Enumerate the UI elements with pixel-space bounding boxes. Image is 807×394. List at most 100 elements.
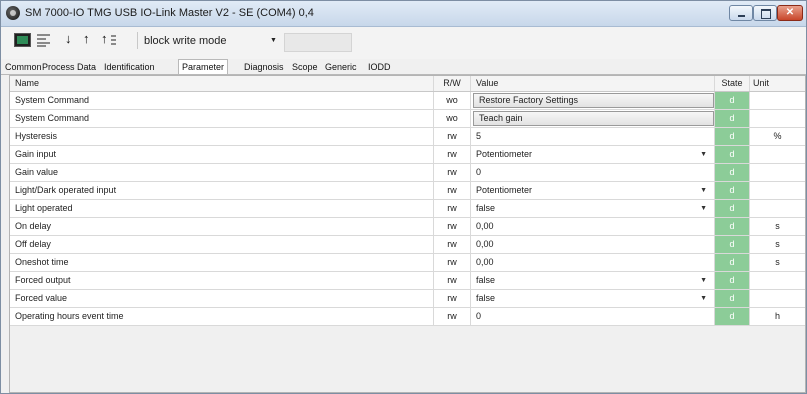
parameter-name: Forced output xyxy=(10,272,434,289)
state-badge: d xyxy=(715,146,750,163)
value-cell[interactable]: 0,00 xyxy=(471,218,715,235)
table-row[interactable]: Off delay rw 0,00 d s xyxy=(10,236,805,254)
parameter-table: Name R/W Value State Unit System Command… xyxy=(9,75,806,393)
access-mode: rw xyxy=(434,236,471,253)
tab-parameter[interactable]: Parameter xyxy=(178,59,229,74)
unit-label: s xyxy=(775,257,780,267)
chevron-down-icon[interactable]: ▼ xyxy=(700,272,707,289)
table-row[interactable]: On delay rw 0,00 d s xyxy=(10,218,805,236)
chevron-down-icon[interactable]: ▼ xyxy=(700,146,707,163)
value-input[interactable]: 0,00 xyxy=(476,257,494,267)
table-row[interactable]: Hysteresis rw 5 d% xyxy=(10,128,805,146)
list-marker-icon xyxy=(111,34,117,46)
table-header: Name R/W Value State Unit xyxy=(10,76,805,92)
access-mode: rw xyxy=(434,146,471,163)
maximize-button[interactable] xyxy=(753,5,777,21)
access-mode: wo xyxy=(434,92,471,109)
parameter-name: Operating hours event time xyxy=(10,308,434,325)
chevron-down-icon[interactable]: ▼ xyxy=(700,182,707,199)
table-row[interactable]: Operating hours event time rw 0 d h xyxy=(10,308,805,326)
value-cell[interactable]: 0 xyxy=(471,164,715,181)
unit-label: s xyxy=(775,221,780,231)
parameter-name: Off delay xyxy=(10,236,434,253)
table-row[interactable]: Gain input rw Potentiometer ▼ d xyxy=(10,146,805,164)
value-cell[interactable]: Potentiometer ▼ xyxy=(471,182,715,199)
arrow-up-icon[interactable]: ↑ xyxy=(83,32,90,46)
toolbar-divider xyxy=(137,32,138,49)
value-input[interactable]: 0,00 xyxy=(476,221,494,231)
write-mode-select[interactable]: block write mode ▼ xyxy=(144,33,279,49)
value-cell[interactable]: 0,00 xyxy=(471,254,715,271)
chevron-down-icon: ▼ xyxy=(270,37,277,44)
tab-identification[interactable]: Identification xyxy=(104,61,155,74)
access-mode: rw xyxy=(434,254,471,271)
value-input[interactable]: 0 xyxy=(476,167,481,177)
tab-scope[interactable]: Scope xyxy=(292,61,318,74)
table-row[interactable]: Oneshot time rw 0,00 d s xyxy=(10,254,805,272)
table-row[interactable]: Forced output rw false ▼ d xyxy=(10,272,805,290)
value-cell[interactable]: Potentiometer ▼ xyxy=(471,146,715,163)
value-cell[interactable]: false ▼ xyxy=(471,200,715,217)
parameter-name: On delay xyxy=(10,218,434,235)
value-cell[interactable]: Teach gain xyxy=(471,110,715,127)
column-header-unit[interactable]: Unit xyxy=(750,76,805,91)
value-cell[interactable]: 5 xyxy=(471,128,715,145)
command-button[interactable]: Teach gain xyxy=(473,111,714,126)
close-button[interactable]: ✕ xyxy=(777,5,803,21)
column-header-value[interactable]: Value xyxy=(471,76,715,91)
column-header-name[interactable]: Name xyxy=(10,76,434,91)
tab-bar: Common Process Data Identification Param… xyxy=(1,59,806,75)
tab-generic[interactable]: Generic xyxy=(325,61,357,74)
value-cell[interactable]: 0 xyxy=(471,308,715,325)
parameter-name: Forced value xyxy=(10,290,434,307)
value-select[interactable]: Potentiometer xyxy=(476,149,532,159)
tab-diagnosis[interactable]: Diagnosis xyxy=(244,61,284,74)
tab-common[interactable]: Common xyxy=(5,61,42,74)
state-badge: d xyxy=(715,272,750,289)
value-input[interactable]: 0,00 xyxy=(476,239,494,249)
table-row[interactable]: Light operated rw false ▼ d xyxy=(10,200,805,218)
tab-process-data[interactable]: Process Data xyxy=(42,61,96,74)
value-select[interactable]: false xyxy=(476,293,495,303)
chevron-down-icon[interactable]: ▼ xyxy=(700,290,707,307)
minimize-button[interactable] xyxy=(729,5,753,21)
value-cell[interactable]: false ▼ xyxy=(471,290,715,307)
parameter-name: Gain value xyxy=(10,164,434,181)
app-window: SM 7000-IO TMG USB IO-Link Master V2 - S… xyxy=(0,0,807,394)
access-mode: rw xyxy=(434,272,471,289)
column-header-rw[interactable]: R/W xyxy=(434,76,471,91)
command-button[interactable]: Restore Factory Settings xyxy=(473,93,714,108)
column-header-state[interactable]: State xyxy=(715,76,750,91)
tab-iodd[interactable]: IODD xyxy=(368,61,391,74)
table-row[interactable]: System Command wo Restore Factory Settings… xyxy=(10,92,805,110)
list-icon[interactable] xyxy=(37,33,53,47)
state-badge: d xyxy=(715,236,750,253)
value-select[interactable]: Potentiometer xyxy=(476,185,532,195)
state-badge: d xyxy=(715,92,750,109)
arrow-up-list-icon[interactable]: ↑ xyxy=(101,32,108,46)
access-mode: wo xyxy=(434,110,471,127)
parameter-name: Hysteresis xyxy=(10,128,434,145)
close-icon: ✕ xyxy=(785,7,795,18)
unit-label: % xyxy=(773,131,782,141)
chevron-down-icon[interactable]: ▼ xyxy=(700,200,707,217)
table-row[interactable]: Light/Dark operated input rw Potentiometer… xyxy=(10,182,805,200)
title-bar[interactable]: SM 7000-IO TMG USB IO-Link Master V2 - S… xyxy=(1,1,806,27)
table-row[interactable]: System Command wo Teach gain d xyxy=(10,110,805,128)
value-cell[interactable]: Restore Factory Settings xyxy=(471,92,715,109)
value-select[interactable]: false xyxy=(476,275,495,285)
state-badge: d xyxy=(715,290,750,307)
value-cell[interactable]: 0,00 xyxy=(471,236,715,253)
unit-label xyxy=(750,146,805,163)
toolbar-input-box[interactable] xyxy=(284,33,352,52)
value-input[interactable]: 5 xyxy=(476,131,481,141)
value-input[interactable]: 0 xyxy=(476,311,481,321)
value-select[interactable]: false xyxy=(476,203,495,213)
table-row[interactable]: Forced value rw false ▼ d xyxy=(10,290,805,308)
monitor-icon[interactable] xyxy=(14,33,31,47)
table-row[interactable]: Gain value rw 0 d xyxy=(10,164,805,182)
value-cell[interactable]: false ▼ xyxy=(471,272,715,289)
unit-label xyxy=(750,200,805,217)
arrow-down-icon[interactable]: ↓ xyxy=(65,32,72,46)
access-mode: rw xyxy=(434,128,471,145)
